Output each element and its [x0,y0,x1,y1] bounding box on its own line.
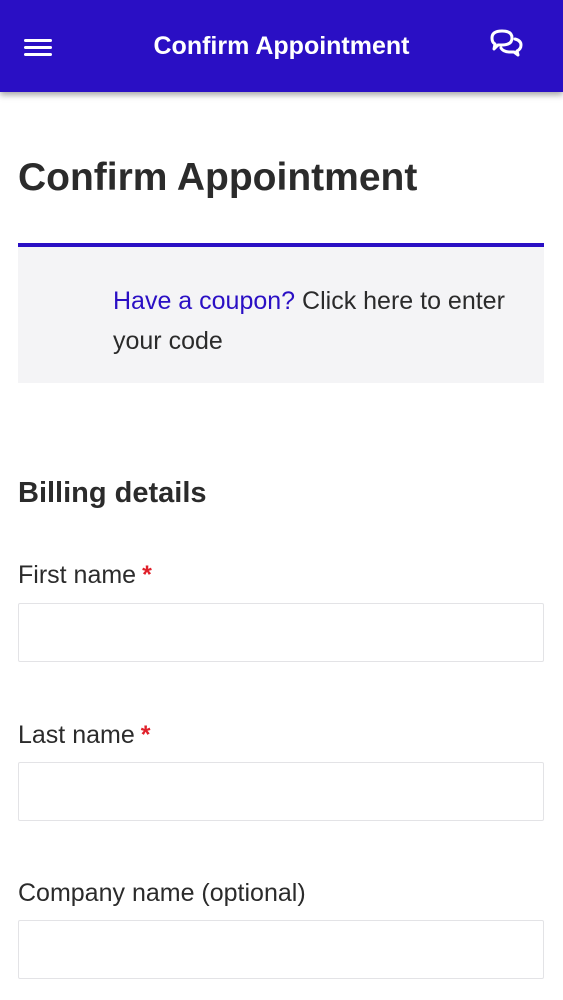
last-name-field[interactable] [18,762,544,821]
first-name-field[interactable] [18,603,544,662]
chat-bubbles-icon[interactable] [486,28,526,64]
last-name-label-text: Last name [18,721,135,749]
company-name-field[interactable] [18,920,544,979]
coupon-notice-text: Have a coupon? Click here to enter your … [113,281,513,361]
company-name-label-text: Company name (optional) [18,879,306,907]
last-name-label: Last name * [18,717,150,753]
first-name-label-text: First name [18,561,137,589]
coupon-notice: Have a coupon? Click here to enter your … [18,243,544,383]
required-asterisk: * [142,561,152,589]
required-asterisk: * [140,721,151,749]
coupon-link[interactable]: Have a coupon? [113,287,295,315]
billing-details-heading: Billing details [18,477,207,509]
company-name-label: Company name (optional) [18,875,306,911]
first-name-label: First name * [18,557,152,593]
page-title: Confirm Appointment [18,156,418,199]
app-bar: Confirm Appointment [0,0,563,92]
app-bar-title: Confirm Appointment [153,32,410,60]
